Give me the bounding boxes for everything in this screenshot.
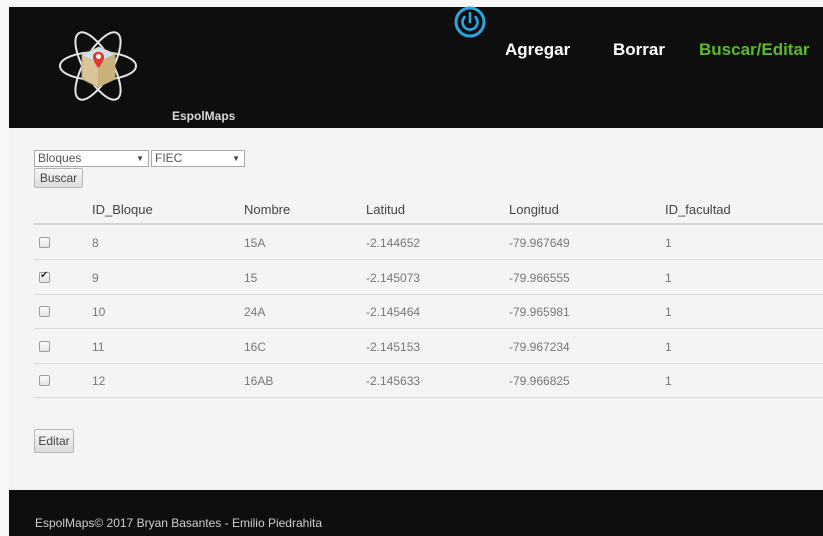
table-row: 8 15A -2.144652 -79.967649 1 (34, 225, 823, 260)
row-checkbox[interactable] (39, 306, 50, 317)
cell-latitud: -2.144652 (366, 236, 421, 250)
cell-id-facultad: 1 (665, 374, 672, 388)
table-row: 12 16AB -2.145633 -79.966825 1 (34, 363, 823, 398)
app-logo-icon[interactable] (57, 21, 139, 107)
cell-latitud: -2.145073 (366, 270, 421, 285)
cell-longitud: -79.967649 (509, 236, 570, 250)
column-header-latitud: Latitud (366, 202, 406, 217)
cell-nombre: 24A (244, 305, 266, 319)
cell-nombre: 15 (244, 270, 258, 285)
row-divider (34, 397, 823, 398)
cell-id-bloque: 12 (92, 374, 106, 388)
cell-longitud: -79.966555 (509, 270, 570, 285)
nav-add-link[interactable]: Agregar (505, 40, 570, 60)
cell-longitud: -79.965981 (509, 305, 570, 319)
footer-bar: EspolMaps© 2017 Bryan Basantes - Emilio … (9, 490, 823, 536)
column-header-longitud: Longitud (509, 202, 559, 217)
cell-id-facultad: 1 (665, 305, 672, 319)
table-row: 11 16C -2.145153 -79.967234 1 (34, 329, 823, 364)
faculty-select-value: FIEC (155, 151, 183, 165)
nav-search-edit-link[interactable]: Buscar/Editar (699, 40, 810, 60)
search-button[interactable]: Buscar (34, 168, 83, 188)
cell-id-bloque: 10 (92, 305, 106, 319)
column-header-id-facultad: ID_facultad (665, 202, 731, 217)
cell-latitud: -2.145153 (366, 339, 421, 354)
cell-id-bloque: 9 (92, 270, 99, 285)
cell-latitud: -2.145464 (366, 305, 421, 319)
nav-delete-link[interactable]: Borrar (613, 40, 665, 60)
table-row: 9 15 -2.145073 -79.966555 1 (34, 260, 823, 295)
main-content: Bloques ▼ FIEC ▼ Buscar ID_Bloque Nombre… (9, 128, 823, 490)
header-bar: EspolMaps Agregar Borrar Buscar/Editar (9, 5, 823, 128)
footer-copyright: EspolMaps© 2017 Bryan Basantes - Emilio … (35, 516, 322, 530)
row-checkbox[interactable] (39, 340, 50, 352)
cell-nombre: 16C (244, 339, 267, 354)
chevron-down-icon: ▼ (232, 154, 240, 163)
chevron-down-icon: ▼ (136, 154, 144, 163)
cell-id-facultad: 1 (665, 236, 672, 250)
cell-id-facultad: 1 (665, 339, 672, 354)
cell-nombre: 16AB (244, 374, 274, 388)
faculty-select[interactable]: FIEC ▼ (151, 150, 245, 167)
row-checkbox[interactable] (39, 375, 50, 386)
brand-name: EspolMaps (172, 109, 236, 123)
column-header-id-bloque: ID_Bloque (92, 202, 153, 217)
power-icon[interactable] (453, 5, 487, 39)
type-select-value: Bloques (38, 151, 82, 165)
table-row: 10 24A -2.145464 -79.965981 1 (34, 294, 823, 329)
cell-id-bloque: 11 (92, 339, 105, 354)
edit-button[interactable]: Editar (34, 429, 74, 453)
row-checkbox[interactable] (39, 237, 50, 248)
column-header-nombre: Nombre (244, 202, 291, 217)
cell-nombre: 15A (244, 236, 266, 250)
row-checkbox[interactable] (39, 270, 50, 283)
type-select[interactable]: Bloques ▼ (34, 150, 149, 167)
cell-latitud: -2.145633 (366, 374, 421, 388)
cell-longitud: -79.967234 (509, 339, 570, 354)
cell-id-facultad: 1 (665, 270, 672, 285)
cell-longitud: -79.966825 (509, 374, 570, 388)
cell-id-bloque: 8 (92, 236, 99, 250)
